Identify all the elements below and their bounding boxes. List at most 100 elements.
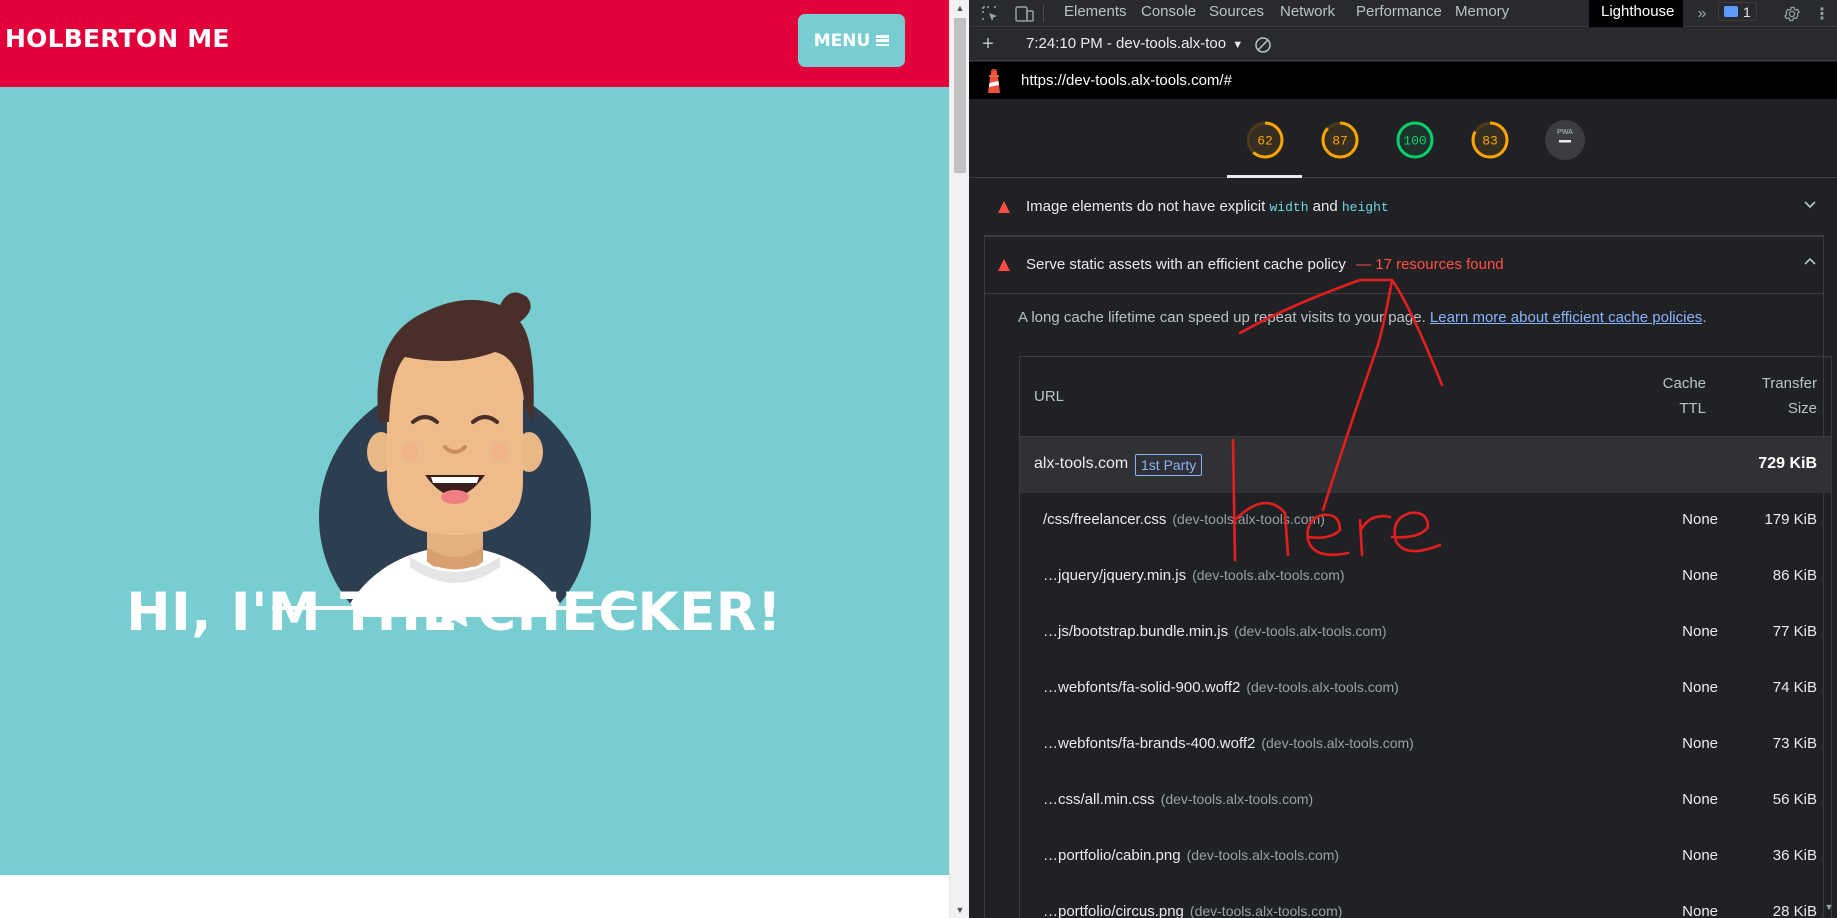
resource-cache-ttl: None: [1682, 791, 1718, 808]
resource-host: (dev-tools.alx-tools.com): [1192, 567, 1345, 583]
device-toolbar-icon[interactable]: [1009, 0, 1039, 27]
divider-line-right: [497, 606, 637, 610]
tab-performance[interactable]: Performance: [1344, 0, 1454, 27]
tab-memory[interactable]: Memory: [1443, 0, 1521, 27]
more-options-icon[interactable]: ⋮: [1814, 0, 1830, 27]
site-brand[interactable]: HOLBERTON ME: [5, 24, 230, 53]
resource-transfer-size: 36 KiB: [1772, 847, 1817, 864]
col-header-transfer-size: Transfer Size: [1761, 375, 1817, 417]
resource-url[interactable]: …webfonts/fa-solid-900.woff2 (dev-tools.a…: [1043, 679, 1399, 696]
lighthouse-logo-icon: [988, 69, 1000, 93]
toolbar-divider: [1043, 5, 1044, 22]
score-gauge-best-practices[interactable]: 100: [1394, 119, 1436, 161]
resource-host: (dev-tools.alx-tools.com): [1160, 791, 1314, 807]
lighthouse-toolbar: + 7:24:10 PM - dev-tools.alx-too ▼: [969, 28, 1837, 61]
resource-host: (dev-tools.alx-tools.com): [1234, 623, 1387, 639]
resource-host: (dev-tools.alx-tools.com): [1189, 903, 1343, 918]
hamburger-icon: [876, 35, 890, 47]
cache-resources-table: URL Cache TTL Transfer Size alx-tools.co…: [1019, 356, 1832, 918]
tab-elements[interactable]: Elements: [1052, 0, 1139, 27]
menu-button-label: MENU: [813, 30, 871, 51]
score-gauge-performance[interactable]: 62: [1244, 119, 1286, 161]
gauge-score: 83: [1482, 134, 1498, 149]
new-report-plus-icon[interactable]: +: [977, 31, 999, 58]
resource-transfer-size: 179 KiB: [1764, 511, 1817, 528]
website-viewport: HOLBERTON ME MENU HI, I'M THE CHECKER!: [0, 0, 949, 918]
resource-url[interactable]: …css/all.min.css (dev-tools.alx-tools.com…: [1043, 791, 1313, 808]
pwa-badge[interactable]: PWA: [1544, 119, 1586, 161]
resource-transfer-size: 86 KiB: [1772, 567, 1817, 584]
issues-icon: [1724, 6, 1738, 17]
learn-more-link[interactable]: Learn more about efficient cache policie…: [1430, 309, 1702, 326]
tab-sources[interactable]: Sources: [1197, 0, 1276, 27]
audit-list: Image elements do not have explicit widt…: [969, 178, 1837, 918]
star-icon: [433, 586, 475, 627]
resource-cache-ttl: None: [1682, 735, 1718, 752]
resource-url[interactable]: …jquery/jquery.min.js (dev-tools.alx-tool…: [1043, 567, 1345, 584]
resource-host: (dev-tools.alx-tools.com): [1186, 847, 1340, 863]
resource-host: (dev-tools.alx-tools.com): [1172, 511, 1325, 527]
inspect-element-icon[interactable]: [975, 0, 1005, 27]
hero-section: HI, I'M THE CHECKER!: [0, 87, 949, 875]
resource-url[interactable]: …portfolio/circus.png (dev-tools.alx-tool…: [1043, 903, 1342, 918]
tab-network[interactable]: Network: [1268, 0, 1347, 27]
resource-transfer-size: 77 KiB: [1772, 623, 1817, 640]
fail-triangle-icon: [998, 259, 1010, 271]
resource-transfer-size: 56 KiB: [1772, 791, 1817, 808]
table-row[interactable]: …webfonts/fa-solid-900.woff2 (dev-tools.a…: [1020, 661, 1831, 717]
fail-triangle-icon: [998, 201, 1010, 213]
scroll-up-arrow-icon[interactable]: ▲: [950, 0, 970, 16]
scroll-down-arrow-icon[interactable]: ▼: [1822, 898, 1836, 916]
table-row[interactable]: …portfolio/cabin.png (dev-tools.alx-tools…: [1020, 829, 1831, 885]
page-scroll-thumb[interactable]: [954, 18, 966, 173]
clear-reports-icon[interactable]: [1252, 31, 1274, 58]
table-row[interactable]: …portfolio/circus.png (dev-tools.alx-tool…: [1020, 885, 1831, 918]
gauge-score: 87: [1332, 134, 1348, 149]
settings-gear-icon[interactable]: [1780, 0, 1804, 27]
resource-host: (dev-tools.alx-tools.com): [1261, 735, 1414, 751]
resource-transfer-size: 28 KiB: [1772, 903, 1817, 918]
resource-url[interactable]: …portfolio/cabin.png (dev-tools.alx-tools…: [1043, 847, 1339, 864]
table-row[interactable]: …jquery/jquery.min.js (dev-tools.alx-tool…: [1020, 549, 1831, 605]
col-header-cache-ttl: Cache TTL: [1662, 375, 1706, 417]
resource-cache-ttl: None: [1682, 623, 1718, 640]
resource-transfer-size: 73 KiB: [1772, 735, 1817, 752]
gauge-score: 100: [1403, 134, 1426, 149]
first-party-badge: 1st Party: [1135, 454, 1203, 476]
divider-line-left: [272, 606, 412, 610]
resource-transfer-size: 74 KiB: [1772, 679, 1817, 696]
resource-cache-ttl: None: [1682, 847, 1718, 864]
table-row[interactable]: …css/all.min.css (dev-tools.alx-tools.com…: [1020, 773, 1831, 829]
dropdown-caret-icon: ▼: [1232, 39, 1244, 51]
site-navbar: HOLBERTON ME MENU: [0, 0, 949, 87]
pwa-label: PWA: [1557, 129, 1573, 136]
table-row[interactable]: /css/freelancer.css (dev-tools.alx-tools.…: [1020, 493, 1831, 549]
report-selector[interactable]: 7:24:10 PM - dev-tools.alx-too ▼: [1026, 35, 1243, 52]
audit-cache-policy[interactable]: Serve static assets with an efficient ca…: [984, 236, 1824, 294]
audit-image-dimensions[interactable]: Image elements do not have explicit widt…: [984, 178, 1824, 236]
resource-url[interactable]: …webfonts/fa-brands-400.woff2 (dev-tools.…: [1043, 735, 1414, 752]
score-gauge-accessibility[interactable]: 87: [1319, 119, 1361, 161]
table-group-row: alx-tools.com 1st Party 729 KiB: [1020, 437, 1831, 493]
audit-title: Serve static assets with an efficient ca…: [1026, 256, 1504, 273]
scroll-down-arrow-icon[interactable]: ▼: [950, 902, 970, 918]
tab-lighthouse[interactable]: Lighthouse: [1589, 0, 1683, 27]
report-selector-label: 7:24:10 PM - dev-tools.alx-too: [1026, 35, 1227, 52]
issues-badge[interactable]: 1: [1718, 2, 1757, 21]
resource-cache-ttl: None: [1682, 511, 1718, 528]
resource-url[interactable]: …js/bootstrap.bundle.min.js (dev-tools.al…: [1043, 623, 1387, 640]
resource-url[interactable]: /css/freelancer.css (dev-tools.alx-tools.…: [1043, 511, 1325, 528]
menu-button[interactable]: MENU: [798, 14, 905, 67]
chevron-down-icon: [1804, 201, 1816, 209]
audit-description: A long cache lifetime can speed up repea…: [1018, 309, 1707, 326]
report-url-bar: https://dev-tools.alx-tools.com/#: [969, 62, 1837, 99]
col-header-url: URL: [1034, 388, 1065, 405]
score-gauge-seo[interactable]: 83: [1469, 119, 1511, 161]
table-row[interactable]: …js/bootstrap.bundle.min.js (dev-tools.al…: [1020, 605, 1831, 661]
audit-title: Image elements do not have explicit widt…: [1026, 198, 1389, 215]
page-scrollbar[interactable]: ▲ ▼: [949, 0, 969, 918]
issues-count: 1: [1743, 3, 1751, 20]
table-row[interactable]: …webfonts/fa-brands-400.woff2 (dev-tools.…: [1020, 717, 1831, 773]
more-tabs-icon[interactable]: »: [1692, 0, 1712, 27]
audit-summary: — 17 resources found: [1356, 256, 1504, 273]
